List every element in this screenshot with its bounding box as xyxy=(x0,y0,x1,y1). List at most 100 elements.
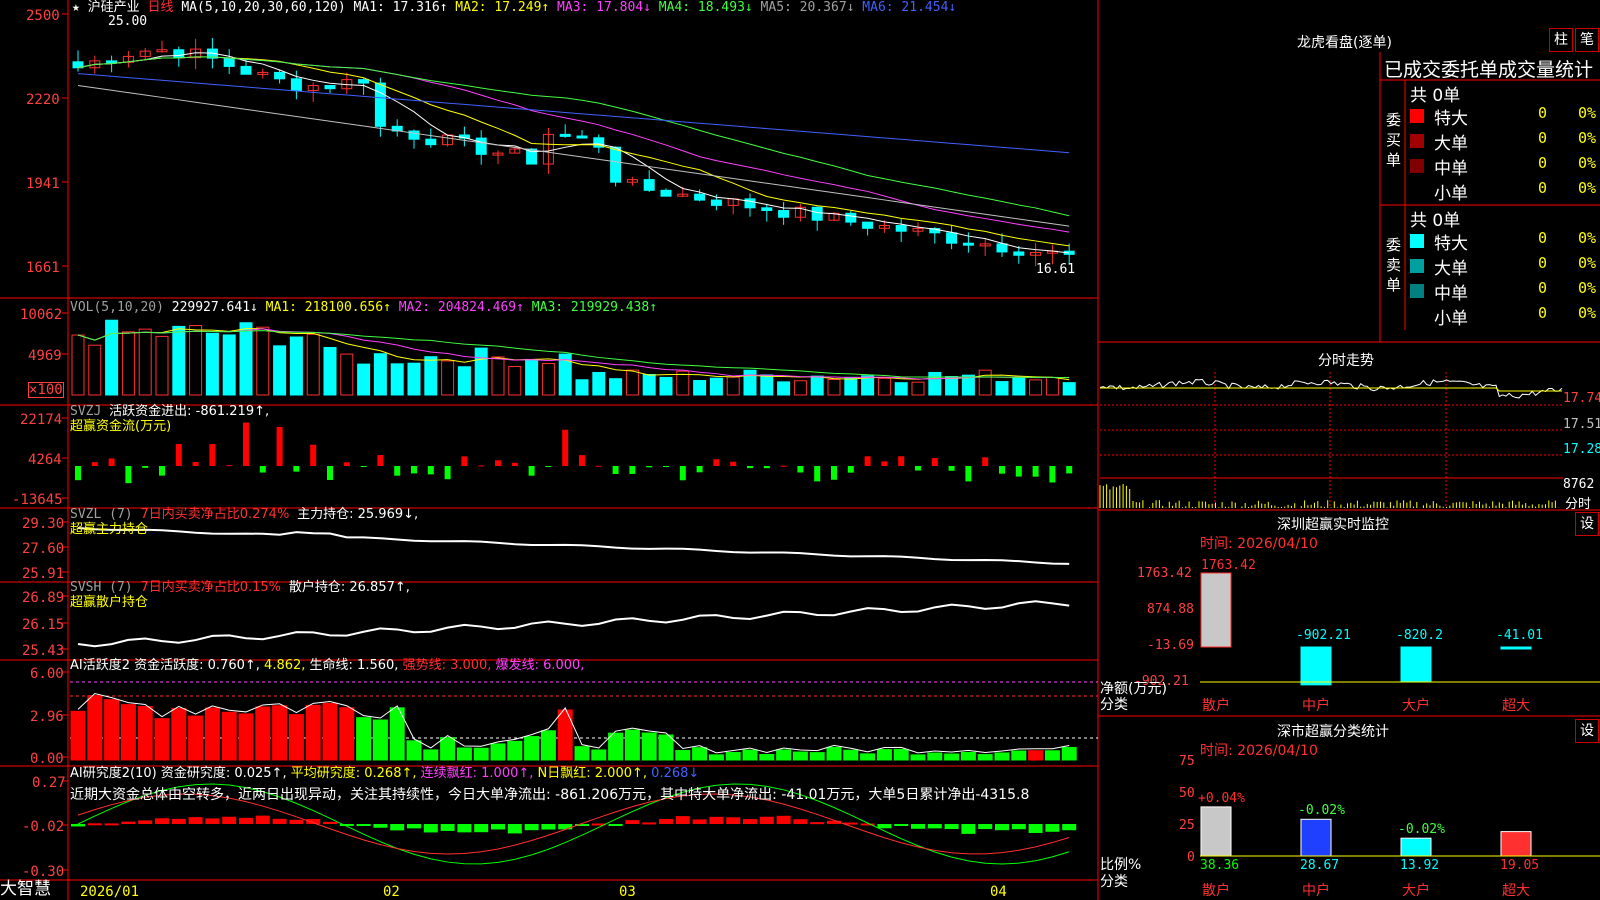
ai-name: AI活跃度2 xyxy=(70,658,130,673)
bar-mode-button[interactable]: 柱 xyxy=(1549,28,1573,52)
research-bar xyxy=(356,824,371,826)
ai2-axis-2: -0.02 xyxy=(22,819,65,835)
fund-flow-bar xyxy=(108,458,115,466)
fund-flow-bar xyxy=(595,465,602,467)
ai-a: 资金活跃度: 0.760↑, xyxy=(134,658,260,673)
fund-flow-bar xyxy=(142,466,149,468)
vol-axis-1: 10062 xyxy=(20,307,63,323)
volume-bar xyxy=(172,325,186,396)
research-bar xyxy=(894,824,909,826)
chart-canvas[interactable] xyxy=(0,0,1600,900)
order-count: 0 xyxy=(1538,179,1548,197)
sz-stats-settings-button[interactable]: 设 xyxy=(1575,719,1599,743)
stock-name[interactable]: 沪硅产业 xyxy=(88,0,140,15)
activity-bar xyxy=(1028,750,1044,761)
candle-body xyxy=(694,193,706,201)
activity-bar xyxy=(608,732,624,761)
color-swatch xyxy=(1410,159,1424,173)
volume-bar xyxy=(693,380,707,396)
sell-total: 共 0单 xyxy=(1410,211,1461,231)
period-label[interactable]: 日线 xyxy=(148,0,174,15)
order-percent: 0% xyxy=(1578,154,1597,172)
activity-bar xyxy=(120,704,136,761)
activity-bar xyxy=(423,749,439,761)
research-bar xyxy=(877,824,892,829)
ma6-value: MA6: 21.454↓ xyxy=(862,0,957,15)
fund-flow-bar xyxy=(629,466,636,474)
tick-mode-button[interactable]: 笔 xyxy=(1575,28,1599,52)
fund-flow-bar xyxy=(310,444,317,466)
research-bar xyxy=(407,824,421,829)
category-label: 散户 xyxy=(1202,883,1230,899)
research-bar xyxy=(709,816,724,824)
fund-flow-bar xyxy=(377,455,384,466)
research-bar xyxy=(1028,824,1043,833)
date-m4: 04 xyxy=(990,884,1007,900)
ratio-change-label: -0.02% xyxy=(1298,803,1345,819)
ai-e: 爆发线: 6.000, xyxy=(495,658,585,673)
candle-body xyxy=(106,60,118,64)
sz-monitor-ylab: 净额(万元) xyxy=(1100,681,1167,697)
fund-flow-bar xyxy=(747,466,753,469)
svzl-axis-1: 29.30 xyxy=(22,516,65,532)
star-icon[interactable]: ★ xyxy=(72,0,80,15)
fund-flow-bar xyxy=(495,460,501,466)
order-count: 0 xyxy=(1538,129,1548,147)
order-size-label: 大单 xyxy=(1434,134,1468,154)
category-label: 中户 xyxy=(1302,883,1330,899)
volume-bar xyxy=(642,373,656,396)
order-size-label: 小单 xyxy=(1434,309,1468,329)
fund-flow-bar xyxy=(780,465,787,467)
activity-bar xyxy=(725,752,741,761)
activity-bar xyxy=(255,706,271,761)
fund-flow-bar xyxy=(226,465,233,467)
research-bar xyxy=(524,824,539,831)
fund-flow-bar xyxy=(713,459,720,466)
research-bar xyxy=(995,824,1009,831)
fund-flow-bar xyxy=(679,466,686,481)
activity-bar xyxy=(70,710,86,761)
candle-body xyxy=(475,137,487,155)
activity-bar xyxy=(490,743,506,761)
volume-bar xyxy=(441,360,455,396)
fund-flow-bar xyxy=(243,422,249,466)
volume-bar xyxy=(1012,376,1026,396)
color-swatch xyxy=(1410,234,1424,248)
volume-bar xyxy=(760,374,774,396)
volume-bar xyxy=(323,346,337,396)
activity-bar xyxy=(776,749,792,761)
order-row: 中单 0 0% xyxy=(1408,279,1600,304)
volume-bar xyxy=(709,377,723,396)
candle-body xyxy=(962,242,974,246)
volume-bar xyxy=(474,347,488,396)
candle-body xyxy=(240,65,252,75)
research-bar xyxy=(625,820,640,824)
volume-bar xyxy=(743,369,757,396)
fund-flow-bar xyxy=(91,462,98,466)
fund-flow-bar xyxy=(1032,466,1039,477)
research-bar xyxy=(71,824,85,827)
svzj-name: SVZJ xyxy=(70,404,102,419)
intraday-title[interactable]: 分时走势 xyxy=(1318,350,1374,370)
candle-body xyxy=(610,146,622,183)
svzj-header: SVZJ 活跃资金进出: -861.219↑, xyxy=(70,404,269,420)
activity-bar xyxy=(876,749,892,761)
candle-body xyxy=(1013,251,1025,256)
research-bar xyxy=(743,819,757,824)
sz-monitor-settings-button[interactable]: 设 xyxy=(1575,512,1599,536)
ratio-bar xyxy=(1300,818,1332,857)
volume-bar xyxy=(155,335,169,396)
net-amount-label: -820.2 xyxy=(1396,628,1443,643)
order-stats-tabs[interactable]: 已成交委托单成交量统计 xyxy=(1384,55,1593,82)
ai2-b: 平均研究度: 0.268↑, xyxy=(290,766,417,781)
ma5-value: MA5: 20.367↓ xyxy=(760,0,855,15)
order-count: 0 xyxy=(1538,104,1548,122)
volume-bar xyxy=(810,375,824,396)
activity-bar xyxy=(893,748,909,761)
vol-unit[interactable]: ×100 xyxy=(28,382,64,398)
volume-bar xyxy=(357,363,371,396)
app-logo[interactable]: 大智慧 xyxy=(0,881,51,898)
candle-body xyxy=(374,82,386,127)
color-swatch xyxy=(1410,309,1424,323)
volume-bar xyxy=(726,376,740,396)
